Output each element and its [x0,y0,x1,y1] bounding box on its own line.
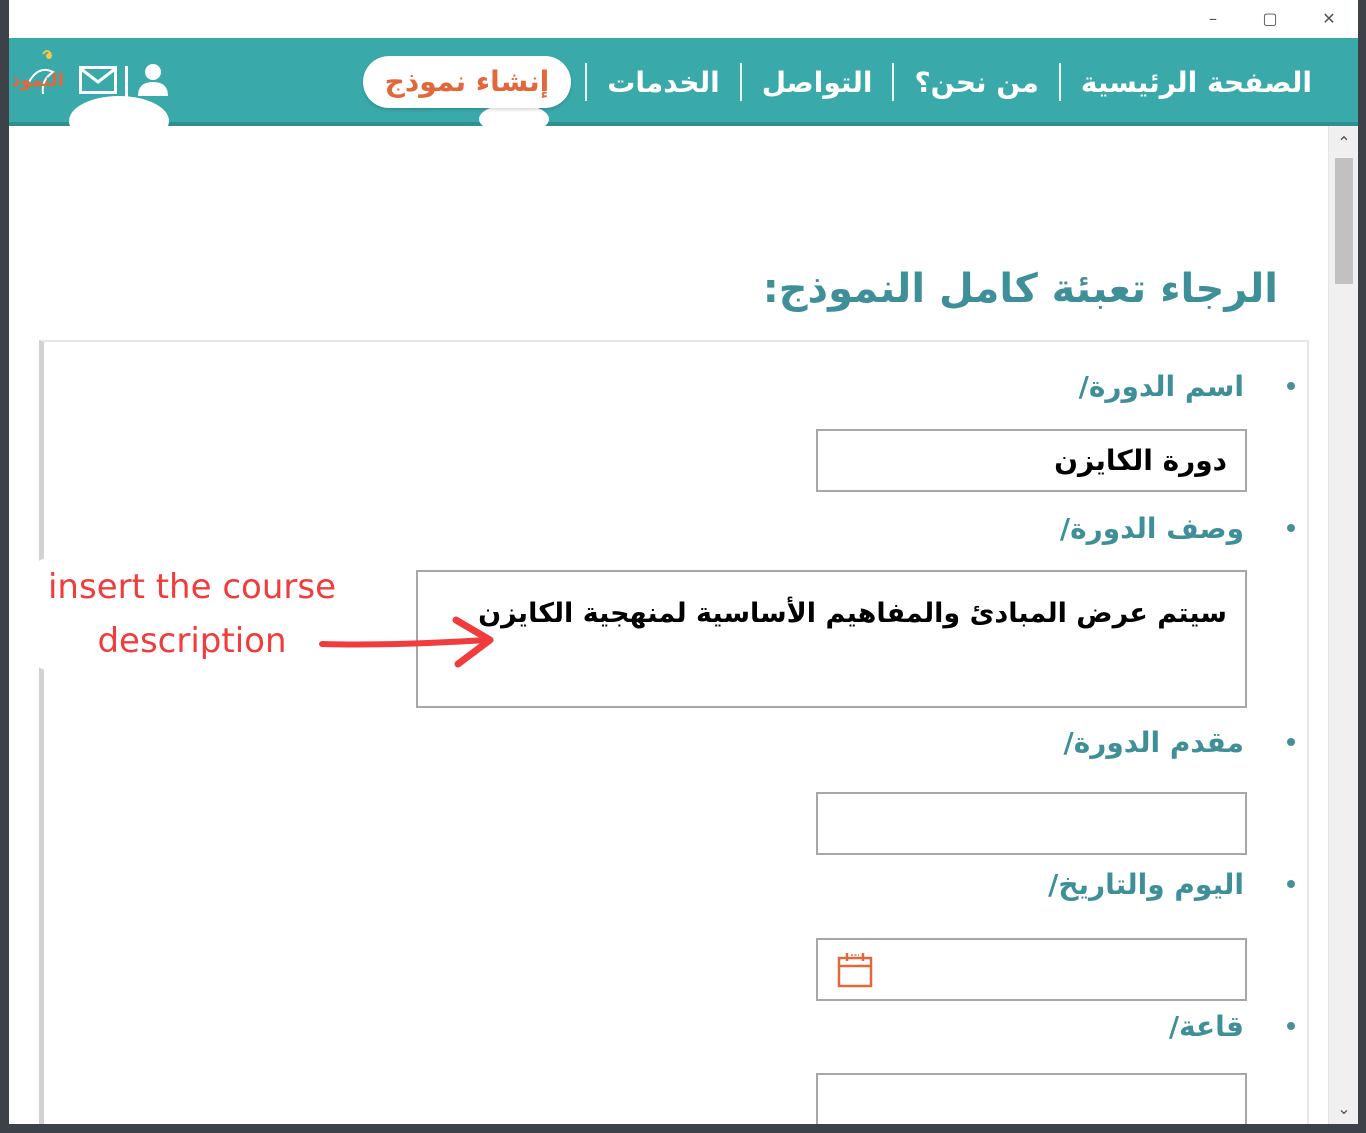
nav-item-contact[interactable]: التواصل [742,66,893,99]
form-heading: الرجاء تعبئة كامل النموذج: [762,266,1278,312]
logo-text: النموذ [11,70,64,91]
course-name-label: اسم الدورة/ [1078,370,1244,403]
annotation-callout: insert the course description [32,558,352,670]
main-nav: الصفحة الرئيسية من نحن؟ التواصل الخدمات … [362,38,1332,126]
nav-separator [739,63,742,101]
annotation-arrow-icon [319,616,494,668]
hall-input[interactable] [816,1073,1247,1124]
day-date-label: اليوم والتاريخ/ [1048,868,1244,901]
create-form-button[interactable]: إنشاء نموذج [362,56,572,108]
annotation-line-2: description [97,621,287,661]
course-description-label: وصف الدورة/ [1059,512,1244,545]
vertical-scrollbar[interactable]: ⌃ ⌄ [1328,126,1358,1124]
nav-item-home[interactable]: الصفحة الرئيسية [1061,66,1332,99]
bullet-icon [1287,1022,1295,1030]
annotation-line-1: insert the course [47,567,336,607]
mail-icon[interactable] [79,66,117,98]
calendar-icon[interactable] [837,950,873,988]
nav-item-about[interactable]: من نحن؟ [894,66,1058,99]
header-left-icons: النموذ [9,38,184,126]
nav-separator [1058,63,1061,101]
bullet-icon [1287,524,1295,532]
nav-separator [892,63,895,101]
bullet-icon [1287,880,1295,888]
nav-bar: الصفحة الرئيسية من نحن؟ التواصل الخدمات … [9,38,1358,126]
course-description-textarea[interactable]: سيتم عرض المبادئ والمفاهيم الأساسية لمنه… [416,570,1247,708]
title-bar: – ▢ ✕ [9,0,1358,38]
day-date-input[interactable] [816,938,1247,1001]
icon-separator [125,66,128,98]
scroll-thumb[interactable] [1335,158,1353,284]
nav-separator [585,63,588,101]
course-presenter-input[interactable] [816,792,1247,855]
course-presenter-label: مقدم الدورة/ [1063,726,1245,759]
scroll-up-arrow-icon[interactable]: ⌃ [1329,128,1358,158]
scroll-down-arrow-icon[interactable]: ⌄ [1329,1094,1358,1124]
course-name-input[interactable]: دورة الكايزن [816,429,1247,492]
close-button[interactable]: ✕ [1314,6,1344,32]
minimize-button[interactable]: – [1198,6,1228,32]
hall-label: قاعة/ [1168,1010,1244,1043]
user-icon[interactable] [135,62,171,102]
bullet-icon [1287,382,1295,390]
nav-item-services[interactable]: الخدمات [587,66,739,99]
maximize-button[interactable]: ▢ [1255,6,1285,32]
bullet-icon [1287,738,1295,746]
